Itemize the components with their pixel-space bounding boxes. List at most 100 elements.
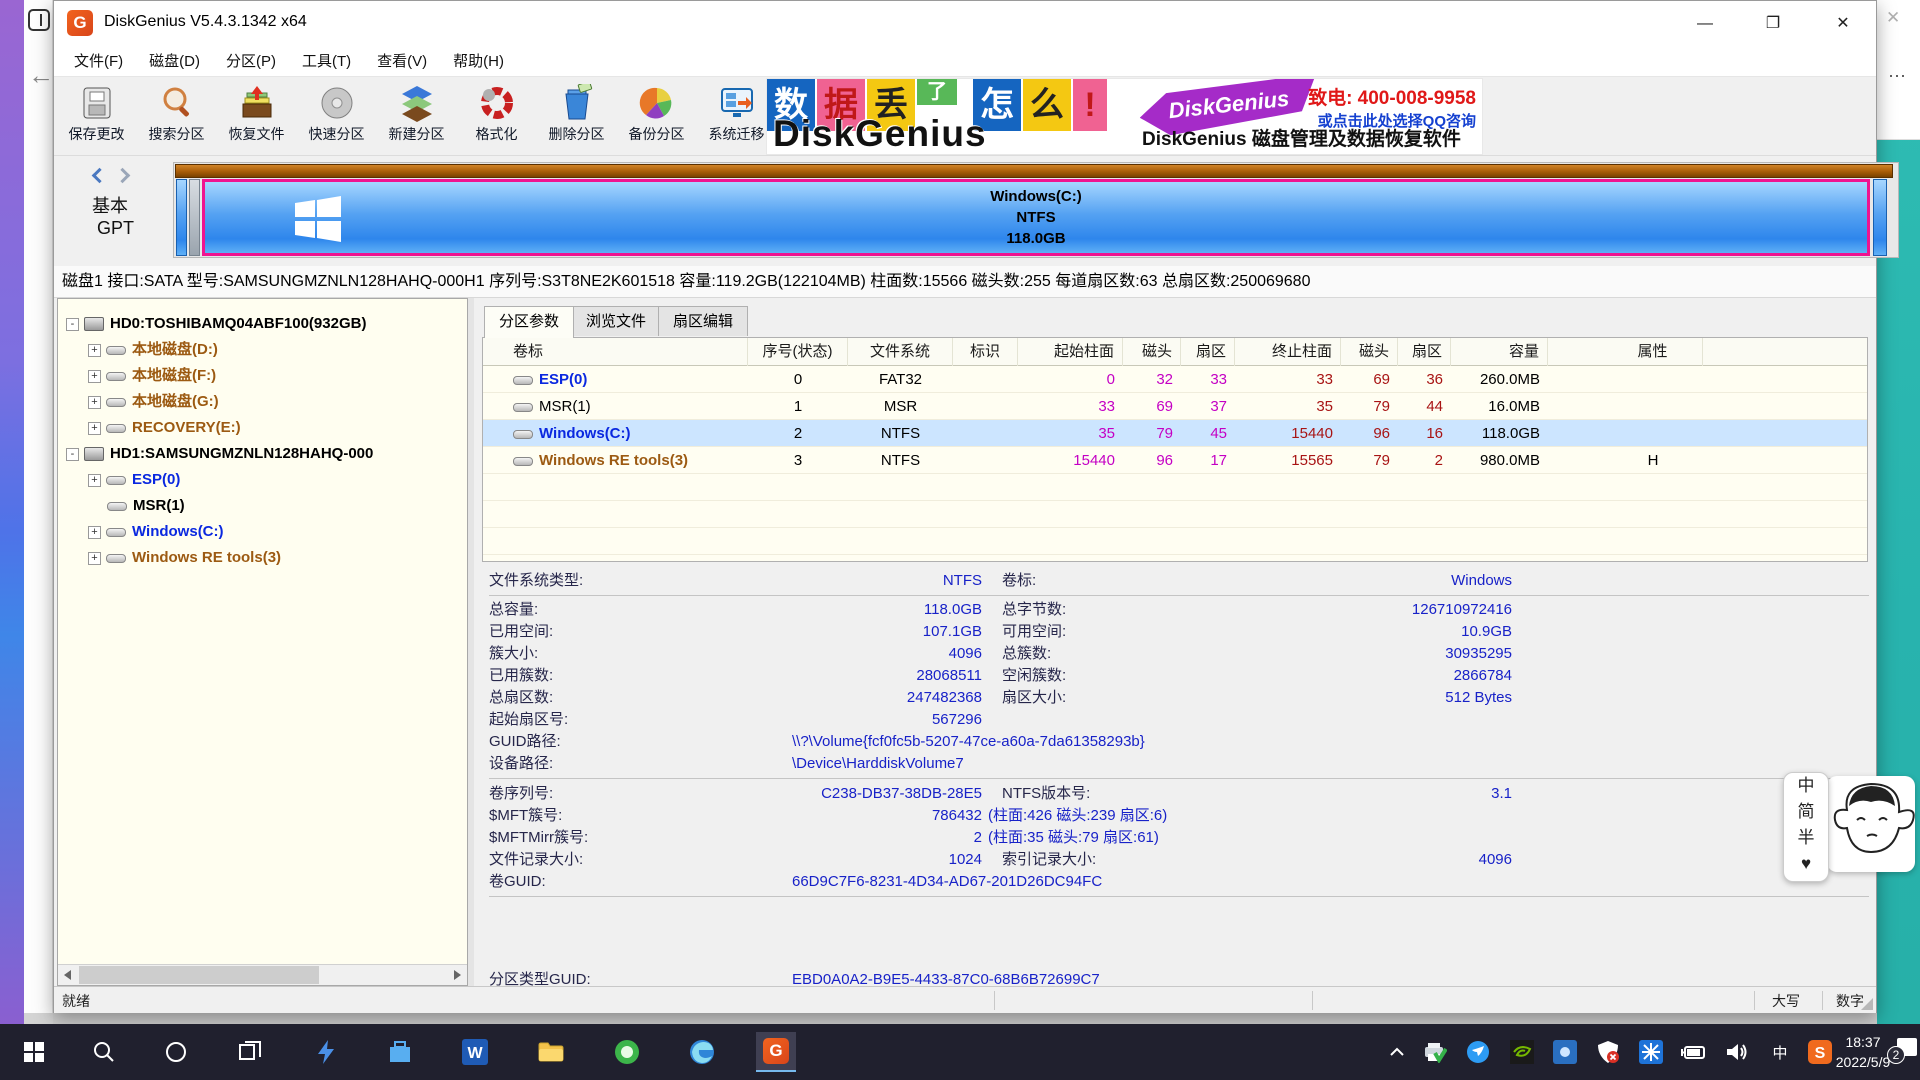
partition-block-windows-c[interactable]: Windows(C:) NTFS 118.0GB [202,179,1870,256]
close-button[interactable]: ✕ [1820,9,1866,39]
tab-sector-edit[interactable]: 扇区编辑 [658,306,748,336]
collapse-icon[interactable]: - [66,318,79,331]
tray-volume-icon[interactable] [1723,1038,1751,1066]
scroll-right-icon[interactable] [446,965,467,985]
tab-partition-params[interactable]: 分区参数 [484,306,574,338]
partition-block-re-tools[interactable] [1873,179,1887,256]
expand-icon[interactable]: + [88,552,101,565]
notification-center-icon[interactable]: 2 [1897,1038,1917,1056]
menu-file[interactable]: 文件(F) [61,46,136,77]
edge-icon[interactable] [682,1032,722,1072]
background-tab-icon[interactable] [28,9,50,31]
promo-banner[interactable]: 数 据 丢 了 怎 么 ! DiskGenius DiskGenius 致电: … [766,78,1483,155]
start-button[interactable] [14,1032,54,1072]
ime-toolbar[interactable]: 中 简 半 ♥ [1783,772,1829,882]
taskbar-clock[interactable]: 18:37 2022/5/9 [1832,1032,1894,1072]
tree-horizontal-scrollbar[interactable] [58,964,467,985]
table-row-msr[interactable]: MSR(1) 1 MSR 33 69 37 35 79 44 16.0MB [483,393,1867,420]
tree-item-windows-c[interactable]: +Windows(C:) [58,519,467,545]
recover-files-button[interactable]: 恢复文件 [217,80,296,153]
system-migrate-button[interactable]: 系统迁移 [697,80,776,153]
maximize-button[interactable]: ❐ [1750,9,1796,39]
tree-item-local-f[interactable]: +本地磁盘(F:) [58,363,467,389]
scroll-left-icon[interactable] [58,965,79,985]
tray-nvidia-icon[interactable] [1508,1038,1536,1066]
tree-item-msr[interactable]: MSR(1) [58,493,467,519]
expand-icon[interactable]: + [88,526,101,539]
tray-expand-icon[interactable] [1383,1038,1411,1066]
tree-item-local-g[interactable]: +本地磁盘(G:) [58,389,467,415]
background-close-icon[interactable]: ✕ [1886,8,1900,28]
col-header[interactable]: 标识 [953,338,1018,366]
tray-sogou-icon[interactable]: S [1806,1038,1834,1066]
expand-icon[interactable]: + [88,422,101,435]
col-header[interactable]: 起始柱面 [1018,338,1123,366]
menu-view[interactable]: 查看(V) [364,46,440,77]
col-header[interactable]: 磁头 [1123,338,1181,366]
tray-intel-graphics-icon[interactable] [1551,1038,1579,1066]
col-header[interactable]: 扇区 [1398,338,1451,366]
tab-browse-files[interactable]: 浏览文件 [571,306,661,336]
delete-partition-button[interactable]: 删除分区 [537,80,616,153]
save-changes-button[interactable]: 保存更改 [57,80,136,153]
tray-dingtalk-icon[interactable] [1464,1038,1492,1066]
col-header[interactable]: 容量 [1451,338,1548,366]
word-icon[interactable]: W [455,1032,495,1072]
col-header[interactable]: 终止柱面 [1235,338,1341,366]
tree-item-local-d[interactable]: +本地磁盘(D:) [58,337,467,363]
col-header[interactable]: 序号(状态) [748,338,848,366]
back-arrow-icon[interactable]: ← [28,60,54,91]
prev-disk-icon[interactable] [92,168,108,184]
new-partition-button[interactable]: 新建分区 [377,80,456,153]
backup-partition-button[interactable]: 备份分区 [617,80,696,153]
taskbar-search-icon[interactable] [84,1032,124,1072]
background-more-icon[interactable]: ⋯ [1888,66,1907,87]
ime-favorite-icon[interactable]: ♥ [1784,851,1828,877]
table-row-windows-c-selected[interactable]: Windows(C:) 2 NTFS 35 79 45 15440 96 16 … [483,420,1867,447]
file-explorer-icon[interactable] [531,1032,571,1072]
expand-icon[interactable]: + [88,474,101,487]
quick-partition-button[interactable]: 快速分区 [297,80,376,153]
tree-item-recovery-e[interactable]: +RECOVERY(E:) [58,415,467,441]
table-row-re-tools[interactable]: Windows RE tools(3) 3 NTFS 15440 96 17 1… [483,447,1867,474]
tree-item-hd1[interactable]: -HD1:SAMSUNGMZNLN128HAHQ-000 [58,441,467,467]
menu-tools[interactable]: 工具(T) [289,46,364,77]
pinned-app-lightning-icon[interactable] [306,1032,346,1072]
tray-snowflake-icon[interactable] [1637,1038,1665,1066]
resize-grip[interactable] [1861,998,1873,1010]
next-disk-icon[interactable] [115,168,131,184]
expand-icon[interactable]: + [88,344,101,357]
tree-item-hd0[interactable]: -HD0:TOSHIBAMQ04ABF100(932GB) [58,311,467,337]
table-row-esp[interactable]: ESP(0) 0 FAT32 0 32 33 33 69 36 260.0MB [483,366,1867,393]
tray-printer-icon[interactable] [1421,1038,1449,1066]
format-button[interactable]: 格式化 [457,80,536,153]
col-header[interactable]: 扇区 [1181,338,1235,366]
ime-mode-simplified[interactable]: 简 [1784,799,1828,825]
search-partition-button[interactable]: 搜索分区 [137,80,216,153]
partition-block-esp[interactable] [176,179,187,256]
tray-battery-icon[interactable] [1680,1038,1708,1066]
expand-icon[interactable]: + [88,370,101,383]
green-browser-icon[interactable] [607,1032,647,1072]
taskbar-diskgenius-icon[interactable]: G [756,1032,796,1072]
menu-help[interactable]: 帮助(H) [440,46,517,77]
menu-partition[interactable]: 分区(P) [213,46,289,77]
task-view-icon[interactable] [230,1032,270,1072]
expand-icon[interactable]: + [88,396,101,409]
col-header[interactable]: 文件系统 [848,338,953,366]
tree-item-esp[interactable]: +ESP(0) [58,467,467,493]
disk-header-strip[interactable] [175,164,1893,178]
ime-mode-chinese[interactable]: 中 [1784,773,1828,799]
minimize-button[interactable]: — [1682,9,1728,39]
collapse-icon[interactable]: - [66,448,79,461]
store-icon[interactable] [380,1032,420,1072]
tray-security-shield-icon[interactable] [1594,1038,1622,1066]
scrollbar-thumb[interactable] [79,966,319,984]
tray-ime-indicator[interactable]: 中 [1766,1038,1794,1066]
ime-mode-halfwidth[interactable]: 半 [1784,825,1828,851]
col-header[interactable]: 磁头 [1341,338,1398,366]
cortana-icon[interactable] [156,1032,196,1072]
menu-disk[interactable]: 磁盘(D) [136,46,213,77]
col-header[interactable]: 属性 [1603,338,1703,366]
col-header[interactable]: 卷标 [483,338,748,366]
